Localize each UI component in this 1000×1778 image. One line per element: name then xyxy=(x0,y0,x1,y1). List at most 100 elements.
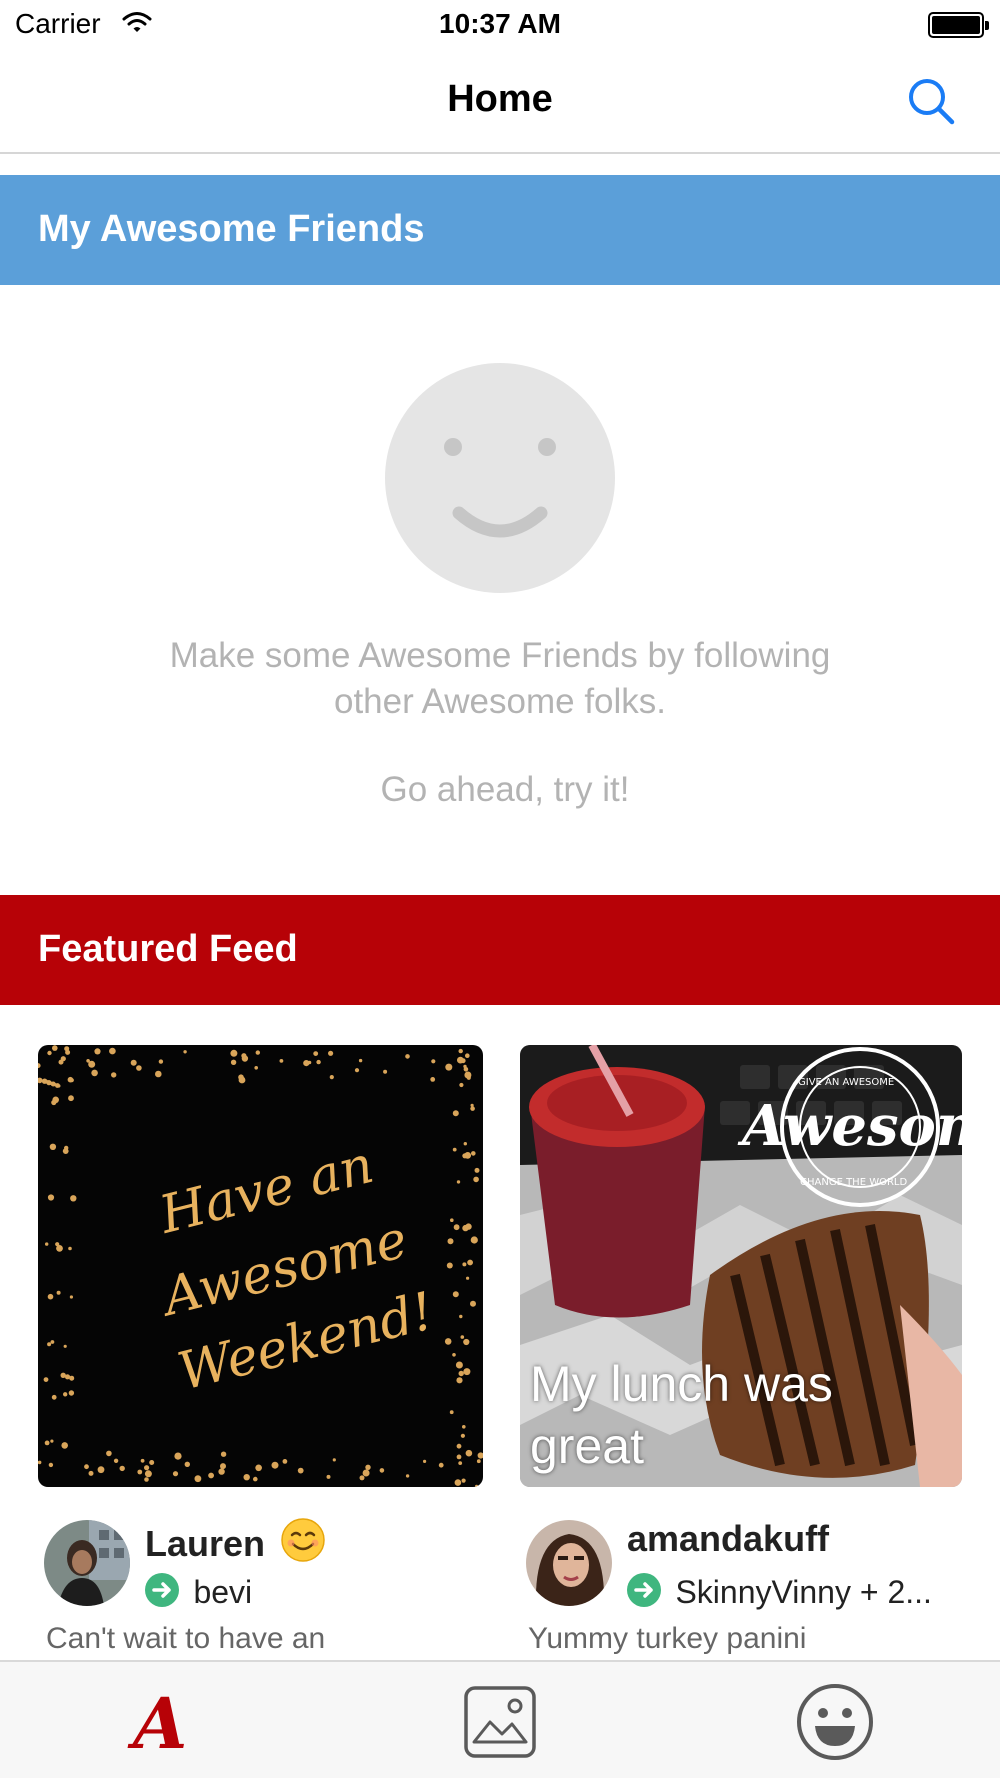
decorative-dot xyxy=(97,1466,105,1474)
decorative-dot xyxy=(86,1059,90,1063)
decorative-dot xyxy=(316,1059,321,1065)
photo-icon[interactable] xyxy=(460,1682,540,1762)
decorative-dot xyxy=(56,1245,63,1252)
decorative-dot xyxy=(91,1069,98,1077)
status-bar: Carrier 10:37 AM xyxy=(0,0,1000,50)
decorative-dot xyxy=(230,1049,238,1057)
via-label[interactable]: bevi xyxy=(193,1574,252,1610)
decorative-dot xyxy=(279,1059,284,1063)
decorative-dot xyxy=(63,1392,68,1397)
image-stamp-ring-top: GIVE AN AWESOME xyxy=(798,1077,894,1088)
feed-card[interactable]: Awesome GIVE AN AWESOME CHANGE THE WORLD… xyxy=(520,1045,962,1655)
decorative-dot xyxy=(60,1056,66,1062)
decorative-dot xyxy=(243,1474,250,1481)
battery-icon xyxy=(928,12,989,38)
decorative-dot xyxy=(457,1056,464,1064)
decorative-dot xyxy=(44,1440,50,1446)
decorative-dot xyxy=(220,1463,226,1470)
card-username-text[interactable]: Lauren xyxy=(145,1523,265,1564)
page-title: Home xyxy=(447,78,553,120)
card-username[interactable]: Lauren xyxy=(145,1518,325,1565)
smiley-icon[interactable] xyxy=(795,1682,875,1762)
avatar[interactable] xyxy=(44,1520,130,1606)
decorative-dot xyxy=(453,1224,460,1231)
feed-card[interactable]: Have an Awesome Weekend! Lauren bevi Can… xyxy=(38,1045,483,1655)
card-username[interactable]: amandakuff xyxy=(627,1518,829,1560)
decorative-dot xyxy=(47,1342,52,1347)
decorative-dot xyxy=(362,1469,370,1477)
decorative-dot xyxy=(218,1468,225,1475)
decorative-dot xyxy=(238,1076,246,1084)
decorative-dot xyxy=(452,1147,457,1152)
decorative-dot xyxy=(140,1458,145,1463)
decorative-dot xyxy=(68,1095,74,1102)
decorative-dot xyxy=(68,1390,75,1396)
decorative-dot xyxy=(450,1218,454,1222)
decorative-dot xyxy=(69,1375,75,1381)
featured-section-title: Featured Feed xyxy=(38,928,298,970)
via-label[interactable]: SkinnyVinny + 2... xyxy=(675,1574,931,1610)
decorative-dot xyxy=(63,1344,67,1348)
decorative-dot xyxy=(462,1262,467,1267)
decorative-dot xyxy=(476,1459,481,1464)
decorative-dot xyxy=(113,1458,119,1463)
decorative-dot xyxy=(256,1465,262,1471)
decorative-dot xyxy=(438,1462,444,1468)
card-caption: Yummy turkey panini xyxy=(528,1622,807,1655)
decorative-dot xyxy=(383,1069,388,1074)
decorative-dot xyxy=(155,1070,162,1078)
decorative-dot xyxy=(49,1143,57,1150)
decorative-dot xyxy=(452,1110,459,1117)
decorative-dot xyxy=(253,1476,258,1482)
decorative-dot xyxy=(473,1176,479,1183)
awesome-logo-icon[interactable]: A xyxy=(125,1682,205,1762)
decorative-dot xyxy=(461,1478,466,1483)
empty-friends-cta: Go ahead, try it! xyxy=(380,770,630,809)
decorative-dot xyxy=(462,1224,469,1232)
decorative-dot xyxy=(359,1475,365,1481)
decorative-dot xyxy=(456,1180,461,1184)
decorative-dot xyxy=(255,1050,260,1055)
decorative-dot xyxy=(149,1460,155,1465)
decorative-dot xyxy=(449,1410,454,1415)
decorative-dot xyxy=(459,1082,464,1088)
decorative-dot xyxy=(297,1467,304,1474)
feed-card-image[interactable]: Awesome GIVE AN AWESOME CHANGE THE WORLD… xyxy=(520,1045,962,1487)
arrow-right-circle-icon xyxy=(627,1573,661,1607)
decorative-dot xyxy=(405,1474,410,1478)
decorative-dot xyxy=(466,1075,471,1080)
decorative-dot xyxy=(230,1059,237,1065)
decorative-dot xyxy=(458,1461,463,1465)
decorative-dot xyxy=(456,1377,463,1384)
decorative-dot xyxy=(57,1084,61,1088)
decorative-dot xyxy=(50,1439,54,1443)
decorative-dot xyxy=(144,1477,149,1482)
decorative-dot xyxy=(254,1066,258,1070)
navigation-bar: Home xyxy=(0,50,1000,154)
image-stamp-text: Awesome xyxy=(737,1093,962,1159)
search-icon[interactable] xyxy=(902,72,962,132)
decorative-dot xyxy=(471,1151,476,1156)
decorative-dot xyxy=(379,1468,385,1473)
decorative-dot xyxy=(465,1449,473,1457)
avatar[interactable] xyxy=(526,1520,612,1606)
decorative-dot xyxy=(466,1276,470,1280)
clock: 10:37 AM xyxy=(439,8,561,39)
decorative-dot xyxy=(458,1370,464,1377)
via-row[interactable]: bevi xyxy=(145,1573,252,1613)
decorative-dot xyxy=(68,1246,72,1251)
feed-card-image[interactable]: Have an Awesome Weekend! xyxy=(38,1045,483,1487)
decorative-dot xyxy=(463,1338,470,1346)
decorative-dot xyxy=(136,1065,142,1071)
decorative-dot xyxy=(184,1461,190,1467)
decorative-dot xyxy=(447,1238,454,1245)
via-row[interactable]: SkinnyVinny + 2... xyxy=(627,1573,932,1613)
decorative-dot xyxy=(69,1295,73,1299)
friends-section-title: My Awesome Friends xyxy=(38,208,425,250)
decorative-dot xyxy=(62,1148,69,1154)
decorative-dot xyxy=(444,1338,452,1345)
decorative-dot xyxy=(455,1361,463,1369)
decorative-dot xyxy=(208,1472,215,1479)
decorative-dot xyxy=(88,1470,94,1476)
decorative-dot xyxy=(313,1051,319,1056)
